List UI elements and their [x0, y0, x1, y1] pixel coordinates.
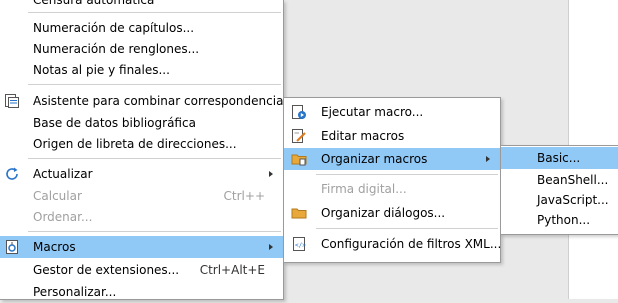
menu-item-label: Configuración de filtros XML... [321, 237, 502, 251]
menu-item-label: BeanShell... [537, 173, 609, 187]
menu-separator [28, 158, 281, 159]
menu-item-shortcut: Ctrl+Alt+E [199, 263, 265, 277]
update-icon [4, 166, 20, 182]
menu-item-label: Macros [33, 240, 76, 254]
submenu-arrow-icon [486, 156, 490, 162]
menu-separator [28, 231, 281, 232]
menu-item-mail-merge-wizard[interactable]: Asistente para combinar correspondencia.… [0, 90, 295, 112]
menu-item-chapter-numbering[interactable]: Numeración de capítulos... [0, 17, 283, 39]
organize-macros-submenu: Basic... BeanShell... JavaScript... Pyth… [500, 145, 618, 235]
menu-item-label: Personalizar... [33, 285, 117, 299]
folder-icon [291, 205, 307, 221]
menu-item-label: Numeración de renglones... [33, 42, 200, 56]
menu-separator [316, 174, 498, 175]
menu-item-label: Editar macros [321, 129, 405, 143]
menu-item-label: Actualizar [33, 167, 93, 181]
menu-item-label: Ordenar... [33, 210, 93, 224]
menu-item-run-macro[interactable]: Ejecutar macro... [284, 101, 500, 123]
menu-item-xml-filter-settings[interactable]: </> Configuración de filtros XML... [284, 233, 502, 255]
folder-icon [291, 151, 307, 167]
macros-submenu: Ejecutar macro... Editar macros Organiza… [283, 97, 501, 263]
menu-item-label: Python... [537, 213, 591, 227]
menu-item-label: Gestor de extensiones... [33, 263, 180, 277]
menu-separator [316, 228, 498, 229]
menu-item-auto-redact[interactable]: Censura automática [0, 0, 283, 11]
menu-item-digital-signature[interactable]: Firma digital... [284, 178, 500, 200]
menu-item-label: Calcular [33, 189, 82, 203]
menu-item-python[interactable]: Python... [501, 209, 618, 231]
menu-separator [28, 12, 281, 13]
menu-item-label: Firma digital... [321, 182, 407, 196]
menu-item-update[interactable]: Actualizar [0, 163, 283, 185]
menu-item-macros[interactable]: Macros [0, 236, 283, 258]
svg-text:</>: </> [295, 242, 306, 249]
menu-item-beanshell[interactable]: BeanShell... [501, 169, 618, 191]
menu-item-bibliography-database[interactable]: Base de datos bibliográfica [0, 112, 283, 134]
mail-merge-icon [4, 93, 20, 109]
menu-item-line-numbering[interactable]: Numeración de renglones... [0, 38, 283, 60]
xml-filter-icon: </> [291, 236, 307, 252]
menu-item-extension-manager[interactable]: Gestor de extensiones... Ctrl+Alt+E [0, 259, 283, 281]
menu-item-label: Asistente para combinar correspondencia.… [33, 94, 295, 108]
menu-item-label: Numeración de capítulos... [33, 21, 195, 35]
menu-item-footnotes[interactable]: Notas al pie y finales... [0, 59, 283, 81]
menu-item-organize-dialogs[interactable]: Organizar diálogos... [284, 202, 500, 224]
run-macro-icon [291, 104, 307, 120]
menu-item-label: Censura automática [33, 0, 155, 7]
tools-menu: Censura automática Numeración de capítul… [0, 0, 295, 303]
menu-item-customize[interactable]: Personalizar... [0, 281, 283, 303]
menu-item-organize-macros[interactable]: Organizar macros [284, 148, 500, 170]
menu-item-calculate[interactable]: Calcular Ctrl++ [0, 185, 283, 207]
edit-macros-icon [291, 128, 307, 144]
submenu-arrow-icon [269, 171, 273, 177]
menu-item-javascript[interactable]: JavaScript... [501, 189, 618, 211]
macros-icon [4, 239, 20, 255]
menu-item-label: Organizar diálogos... [321, 206, 446, 220]
menu-item-label: Notas al pie y finales... [33, 63, 170, 77]
menu-item-shortcut: Ctrl++ [223, 189, 265, 203]
menu-item-label: Ejecutar macro... [321, 105, 424, 119]
menu-item-label: JavaScript... [537, 193, 609, 207]
menu-item-sort[interactable]: Ordenar... [0, 206, 283, 228]
submenu-arrow-icon [269, 244, 273, 250]
menu-separator [28, 84, 281, 85]
menu-item-address-book-source[interactable]: Origen de libreta de direcciones... [0, 133, 283, 155]
menu-item-label: Basic... [537, 151, 581, 165]
menu-item-basic[interactable]: Basic... [501, 147, 618, 169]
menu-item-label: Organizar macros [321, 152, 428, 166]
menu-item-label: Origen de libreta de direcciones... [33, 137, 237, 151]
menu-item-edit-macros[interactable]: Editar macros [284, 125, 500, 147]
menu-item-label: Base de datos bibliográfica [33, 116, 196, 130]
